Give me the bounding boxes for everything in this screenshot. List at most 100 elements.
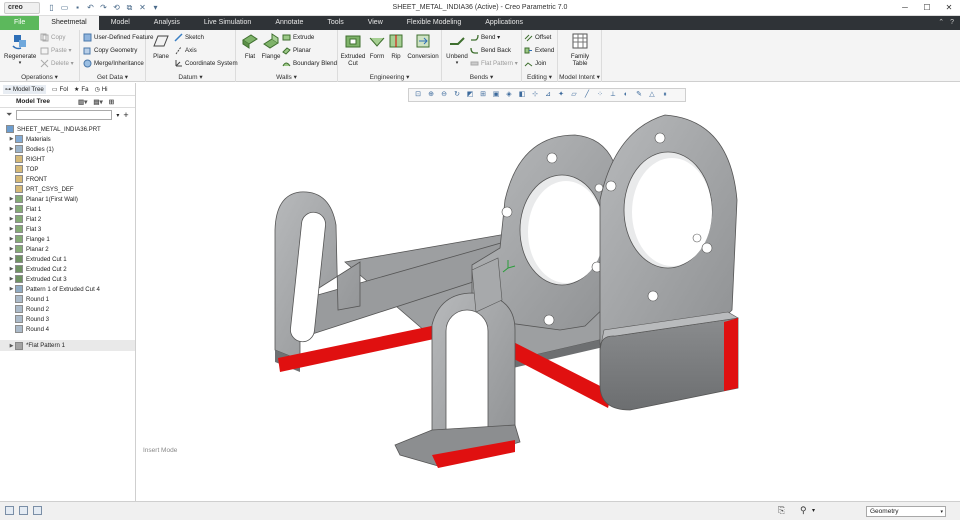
group-label-engineering[interactable]: Engineering ▾ bbox=[338, 73, 441, 81]
tree-item[interactable]: ▶ Flat 1 bbox=[0, 204, 135, 214]
bend-back-button[interactable]: Bend Back bbox=[470, 46, 511, 55]
tree-item[interactable]: FRONT bbox=[0, 174, 135, 184]
extend-button[interactable]: Extend bbox=[524, 46, 554, 55]
expand-arrow-icon[interactable]: ▶ bbox=[8, 136, 15, 142]
minimize-icon[interactable]: ─ bbox=[894, 0, 916, 15]
paste-button[interactable]: Paste ▾ bbox=[40, 46, 72, 55]
sketch-button[interactable]: Sketch bbox=[174, 33, 204, 42]
repaint-icon[interactable]: ↻ bbox=[451, 90, 463, 100]
csys-display-icon[interactable]: ⟂ bbox=[607, 90, 619, 100]
navigator-toggle-icon[interactable] bbox=[5, 506, 14, 515]
axis-button[interactable]: Axis bbox=[174, 46, 197, 55]
perspective-icon[interactable]: ◈ bbox=[503, 90, 515, 100]
tree-item[interactable]: Round 1 bbox=[0, 294, 135, 304]
refit-icon[interactable]: ⊡ bbox=[412, 90, 424, 100]
group-label-walls[interactable]: Walls ▾ bbox=[236, 73, 337, 81]
expand-arrow-icon[interactable]: ▶ bbox=[8, 216, 15, 222]
spin-center-icon[interactable]: ✦ bbox=[555, 90, 567, 100]
help-icon[interactable]: ? bbox=[950, 16, 954, 30]
tree-item[interactable]: RIGHT bbox=[0, 154, 135, 164]
tree-item[interactable]: TOP bbox=[0, 164, 135, 174]
tree-show-icon[interactable]: ▤▾ bbox=[93, 98, 102, 106]
zoom-in-icon[interactable]: ⊕ bbox=[425, 90, 437, 100]
tab-sheetmetal[interactable]: Sheetmetal bbox=[39, 16, 99, 30]
family-table-button[interactable]: Family Table bbox=[564, 32, 596, 67]
zoom-out-icon[interactable]: ⊖ bbox=[438, 90, 450, 100]
tree-item[interactable]: ▶ Bodies (1) bbox=[0, 144, 135, 154]
group-label-datum[interactable]: Datum ▾ bbox=[146, 73, 235, 81]
expand-arrow-icon[interactable]: ▶ bbox=[8, 276, 15, 282]
warning-display-icon[interactable]: △ bbox=[646, 90, 658, 100]
tree-root[interactable]: SHEET_METAL_INDIA36.PRT bbox=[0, 124, 135, 134]
tree-item[interactable]: ▶ Planar 1(First Wall) bbox=[0, 194, 135, 204]
expand-arrow-icon[interactable]: ▶ bbox=[8, 286, 15, 292]
group-label-get-data[interactable]: Get Data ▾ bbox=[80, 73, 145, 81]
ribbon-minimize-icon[interactable]: ⌃ bbox=[938, 16, 944, 30]
selection-filter-dropdown[interactable]: Geometry ▾ bbox=[866, 506, 946, 517]
annotation-display-icon[interactable]: ⊿ bbox=[542, 90, 554, 100]
tab-model[interactable]: Model bbox=[99, 16, 142, 30]
udf-button[interactable]: User-Defined Feature bbox=[83, 33, 154, 42]
redo-icon[interactable]: ↷ bbox=[98, 2, 109, 13]
browser-toggle-icon[interactable] bbox=[19, 506, 28, 515]
expand-arrow-icon[interactable]: ▶ bbox=[8, 256, 15, 262]
close-icon[interactable]: ✕ bbox=[938, 0, 960, 15]
display-style-icon[interactable]: ◩ bbox=[464, 90, 476, 100]
form-button[interactable]: Form bbox=[366, 32, 388, 60]
tab-history[interactable]: ◷ Hi bbox=[95, 86, 108, 93]
tab-tools[interactable]: Tools bbox=[315, 16, 355, 30]
tree-filter-input[interactable] bbox=[16, 110, 113, 120]
appearance-icon[interactable]: ◐ bbox=[620, 90, 632, 100]
expand-arrow-icon[interactable]: ▶ bbox=[8, 206, 15, 212]
group-label-operations[interactable]: Operations ▾ bbox=[0, 73, 79, 81]
tab-folder[interactable]: ▭ Fol bbox=[52, 86, 68, 93]
axis-display-icon[interactable]: ╱ bbox=[581, 90, 593, 100]
saved-orientations-icon[interactable]: ⊞ bbox=[477, 90, 489, 100]
tab-annotate[interactable]: Annotate bbox=[263, 16, 315, 30]
regenerate-icon[interactable]: ⟲ bbox=[111, 2, 122, 13]
point-display-icon[interactable]: ⁘ bbox=[594, 90, 606, 100]
flat-button[interactable]: Flat bbox=[239, 32, 261, 60]
add-filter-icon[interactable]: + bbox=[123, 110, 128, 120]
filter-dropdown-icon[interactable]: ▾ bbox=[116, 112, 119, 119]
unbend-button[interactable]: Unbend ▾ bbox=[445, 32, 469, 66]
flat-pattern-button[interactable]: Flat Pattern ▾ bbox=[470, 59, 518, 68]
filter-icon[interactable]: ⏷ bbox=[6, 110, 12, 120]
tree-item[interactable]: Round 4 bbox=[0, 324, 135, 334]
copy-button[interactable]: Copy bbox=[40, 33, 65, 42]
join-button[interactable]: Join bbox=[524, 59, 546, 68]
plane-button[interactable]: Plane bbox=[150, 32, 172, 60]
datum-display-icon[interactable]: ⊹ bbox=[529, 90, 541, 100]
tab-applications[interactable]: Applications bbox=[473, 16, 535, 30]
tree-item[interactable]: ▶ *Flat Pattern 1 bbox=[0, 340, 135, 351]
merge-button[interactable]: Merge/Inheritance bbox=[83, 59, 144, 68]
copy-geometry-button[interactable]: Copy Geometry bbox=[83, 46, 137, 55]
graphics-window[interactable] bbox=[137, 83, 960, 501]
tree-item[interactable]: ▶ Extruded Cut 3 bbox=[0, 274, 135, 284]
group-label-editing[interactable]: Editing ▾ bbox=[522, 73, 557, 81]
tree-settings-icon[interactable]: ▥▾ bbox=[78, 98, 87, 106]
open-icon[interactable]: ▭ bbox=[59, 2, 70, 13]
tree-item[interactable]: ▶ Pattern 1 of Extruded Cut 4 bbox=[0, 284, 135, 294]
tree-item[interactable]: ▶ Flange 1 bbox=[0, 234, 135, 244]
tab-favorites[interactable]: ★ Fa bbox=[74, 86, 89, 93]
full-screen-icon[interactable] bbox=[33, 506, 42, 515]
find-dropdown-icon[interactable]: ▾ bbox=[812, 507, 815, 514]
expand-arrow-icon[interactable]: ▶ bbox=[8, 266, 15, 272]
tree-item[interactable]: ▶ Flat 2 bbox=[0, 214, 135, 224]
tree-item[interactable]: Round 2 bbox=[0, 304, 135, 314]
planar-button[interactable]: Planar bbox=[282, 46, 311, 55]
tree-columns-icon[interactable]: ⊞ bbox=[109, 98, 114, 106]
find-icon[interactable]: ⚲ bbox=[800, 505, 807, 516]
tab-flexible-modeling[interactable]: Flexible Modeling bbox=[395, 16, 473, 30]
tab-analysis[interactable]: Analysis bbox=[142, 16, 192, 30]
tree-item[interactable]: Round 3 bbox=[0, 314, 135, 324]
tree-item[interactable]: ▶ Extruded Cut 1 bbox=[0, 254, 135, 264]
expand-arrow-icon[interactable]: ▶ bbox=[8, 196, 15, 202]
csys-button[interactable]: Coordinate System bbox=[174, 59, 238, 68]
expand-arrow-icon[interactable]: ▶ bbox=[8, 343, 15, 349]
flange-button[interactable]: Flange bbox=[260, 32, 282, 60]
extrude-button[interactable]: Extrude bbox=[282, 33, 314, 42]
plane-display-icon[interactable]: ▱ bbox=[568, 90, 580, 100]
offset-button[interactable]: Offset bbox=[524, 33, 551, 42]
